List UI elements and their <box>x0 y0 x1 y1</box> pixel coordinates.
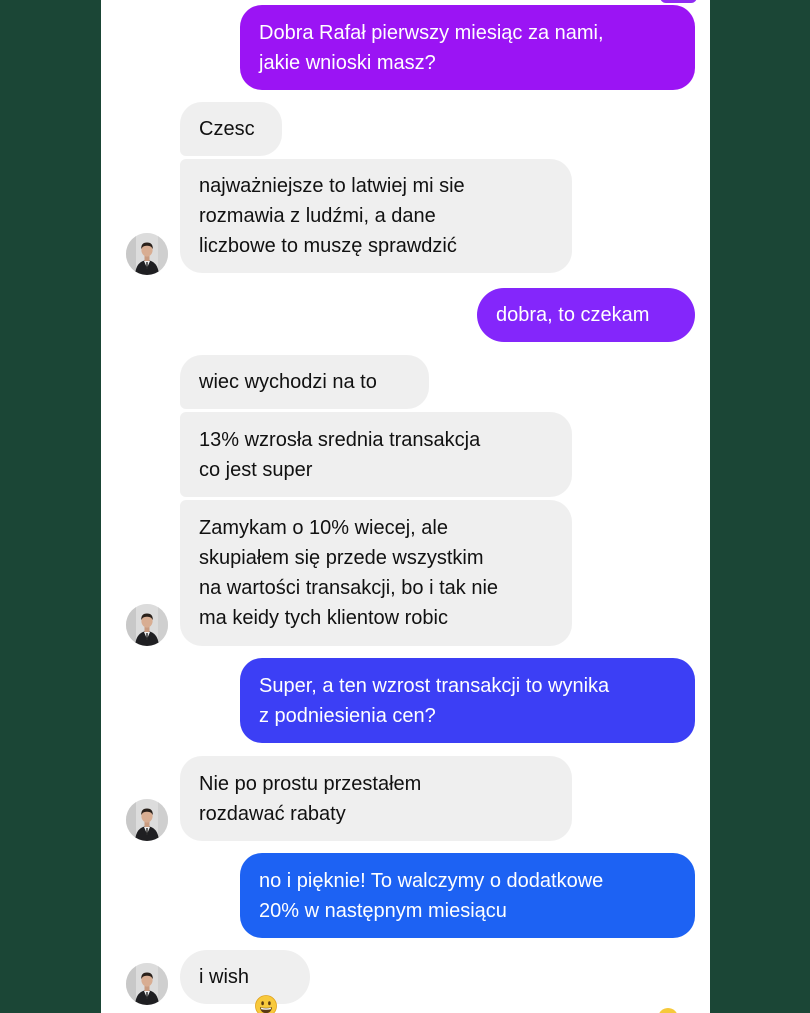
outgoing-message-bubble[interactable]: dobra, to czekam <box>477 288 695 342</box>
outgoing-message-bubble[interactable]: Dobra Rafał pierwszy miesiąc za nami, ja… <box>240 5 695 90</box>
outgoing-message-bubble[interactable]: no i pięknie! To walczymy o dodatkowe 20… <box>240 853 695 938</box>
contact-avatar[interactable] <box>126 604 168 646</box>
incoming-message-bubble[interactable]: Nie po prostu przestałem rozdawać rabaty <box>180 756 572 841</box>
outgoing-message-bubble[interactable]: Super, a ten wzrost transakcji to wynika… <box>240 658 695 743</box>
incoming-message-bubble[interactable]: 13% wzrosła srednia transakcja co jest s… <box>180 412 572 497</box>
contact-avatar[interactable] <box>126 799 168 841</box>
contact-avatar[interactable] <box>126 963 168 1005</box>
chat-thread: Dobra Rafał pierwszy miesiąc za nami, ja… <box>101 0 710 1013</box>
reaction-emoji-icon <box>658 1008 678 1013</box>
incoming-message-bubble[interactable]: Zamykam o 10% wiecej, ale skupiałem się … <box>180 500 572 646</box>
grinning-face-emoji-icon <box>255 965 277 1013</box>
contact-avatar[interactable] <box>126 233 168 275</box>
incoming-message-bubble[interactable]: najważniejsze to latwiej mi sie rozmawia… <box>180 159 572 273</box>
message-text: i wish <box>199 966 250 988</box>
incoming-message-bubble[interactable]: wiec wychodzi na to <box>180 355 429 409</box>
incoming-message-bubble[interactable]: i wish <box>180 950 310 1013</box>
incoming-message-bubble[interactable]: Czesc <box>180 102 282 156</box>
previous-message-edge <box>660 0 697 3</box>
